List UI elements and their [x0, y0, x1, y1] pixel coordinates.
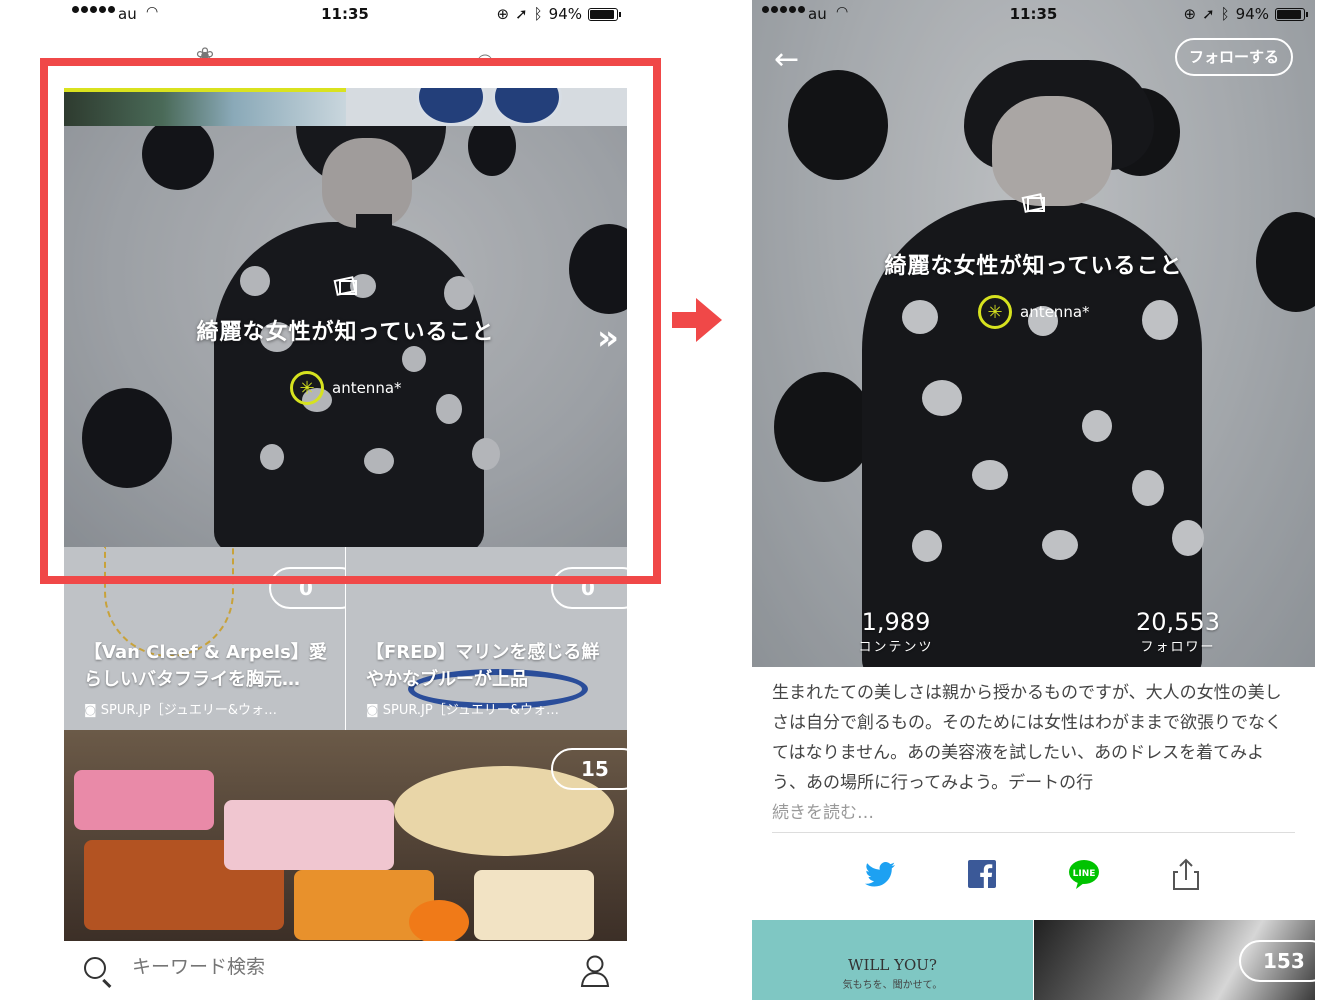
- collection-header: [752, 0, 1315, 667]
- collection-description: 生まれたての美しさは親から授かるものですが、大人の女性の美しさは自分で創るもの。…: [772, 683, 1282, 793]
- count-badge: 15: [551, 748, 627, 790]
- related-cards: WILL YOU? 気もちを、聞かせて。 153: [752, 920, 1315, 1000]
- follow-button[interactable]: フォローする: [1174, 38, 1293, 76]
- battery-percent: 94%: [548, 5, 582, 23]
- share-row: LINE: [752, 852, 1315, 902]
- related-card[interactable]: WILL YOU? 気もちを、聞かせて。: [752, 920, 1033, 1000]
- stat-value: 20,553: [1136, 608, 1220, 636]
- stat-label: コンテンツ: [858, 640, 934, 655]
- author-name: antenna*: [1020, 303, 1090, 321]
- search-icon[interactable]: [84, 957, 106, 979]
- location-icon: ➚: [515, 5, 528, 23]
- content-count: 1,989 コンテンツ: [826, 608, 966, 655]
- line-label: LINE: [1073, 869, 1096, 879]
- search-bar: [62, 942, 628, 1000]
- battery-percent: 94%: [1235, 5, 1269, 23]
- bluetooth-icon: ᛒ: [1220, 5, 1230, 23]
- back-arrow-icon[interactable]: ←: [774, 42, 799, 77]
- article-source: ◙ SPUR.JP［ジュエリー&ウォ…: [84, 699, 335, 718]
- line-icon[interactable]: LINE: [1066, 856, 1102, 892]
- facebook-icon[interactable]: [964, 856, 1000, 892]
- orientation-lock-icon: ⊕: [496, 5, 510, 23]
- source-label: SPUR.JP［ジュエリー&ウォ…: [382, 703, 559, 718]
- related-card[interactable]: 153: [1034, 920, 1315, 1000]
- location-icon: ➚: [1202, 5, 1215, 23]
- antenna-logo-icon: ✳: [978, 295, 1012, 329]
- count-badge: 153: [1239, 940, 1315, 982]
- collection-icon: [1021, 193, 1045, 213]
- rss-icon: ◙: [84, 703, 101, 718]
- highlight-frame: [40, 58, 661, 584]
- read-more-link[interactable]: 続きを読む…: [772, 798, 874, 823]
- search-input[interactable]: [132, 956, 432, 978]
- article-title: 【Van Cleef & Arpels】愛らしいバタフライを胸元…: [84, 642, 327, 690]
- article-title: 【FRED】マリンを感じる鮮やかなブルーが上品: [366, 642, 600, 690]
- follower-count: 20,553 フォロワー: [1108, 608, 1248, 655]
- battery-icon: [588, 7, 621, 21]
- status-bar: au ◠ 11:35 ⊕ ➚ ᛒ 94%: [62, 0, 628, 30]
- collection-author[interactable]: ✳ antenna*: [978, 295, 1090, 329]
- card-subtitle: 気もちを、聞かせて。: [842, 980, 943, 991]
- user-icon[interactable]: [580, 954, 610, 988]
- twitter-icon[interactable]: [862, 856, 898, 892]
- stat-label: フォロワー: [1140, 640, 1216, 655]
- card-title: WILL YOU?: [848, 956, 937, 974]
- bluetooth-icon: ᛒ: [533, 5, 543, 23]
- share-icon[interactable]: [1168, 856, 1204, 892]
- stat-value: 1,989: [861, 608, 931, 636]
- rss-icon: ◙: [366, 703, 383, 718]
- battery-icon: [1275, 7, 1308, 21]
- arrow-right-icon: [672, 298, 722, 342]
- collection-detail-screen: au ◠ 11:35 ⊕ ➚ ᛒ 94% ← フォローする 綺麗な女性が知ってい…: [752, 0, 1315, 1000]
- dessert-article-card[interactable]: 15: [64, 730, 627, 941]
- source-label: SPUR.JP［ジュエリー&ウォ…: [100, 703, 277, 718]
- divider: [772, 832, 1295, 833]
- status-bar: au ◠ 11:35 ⊕ ➚ ᛒ 94%: [752, 0, 1315, 30]
- article-source: ◙ SPUR.JP［ジュエリー&ウォ…: [366, 699, 617, 718]
- orientation-lock-icon: ⊕: [1183, 5, 1197, 23]
- collection-title: 綺麗な女性が知っていること: [884, 254, 1183, 279]
